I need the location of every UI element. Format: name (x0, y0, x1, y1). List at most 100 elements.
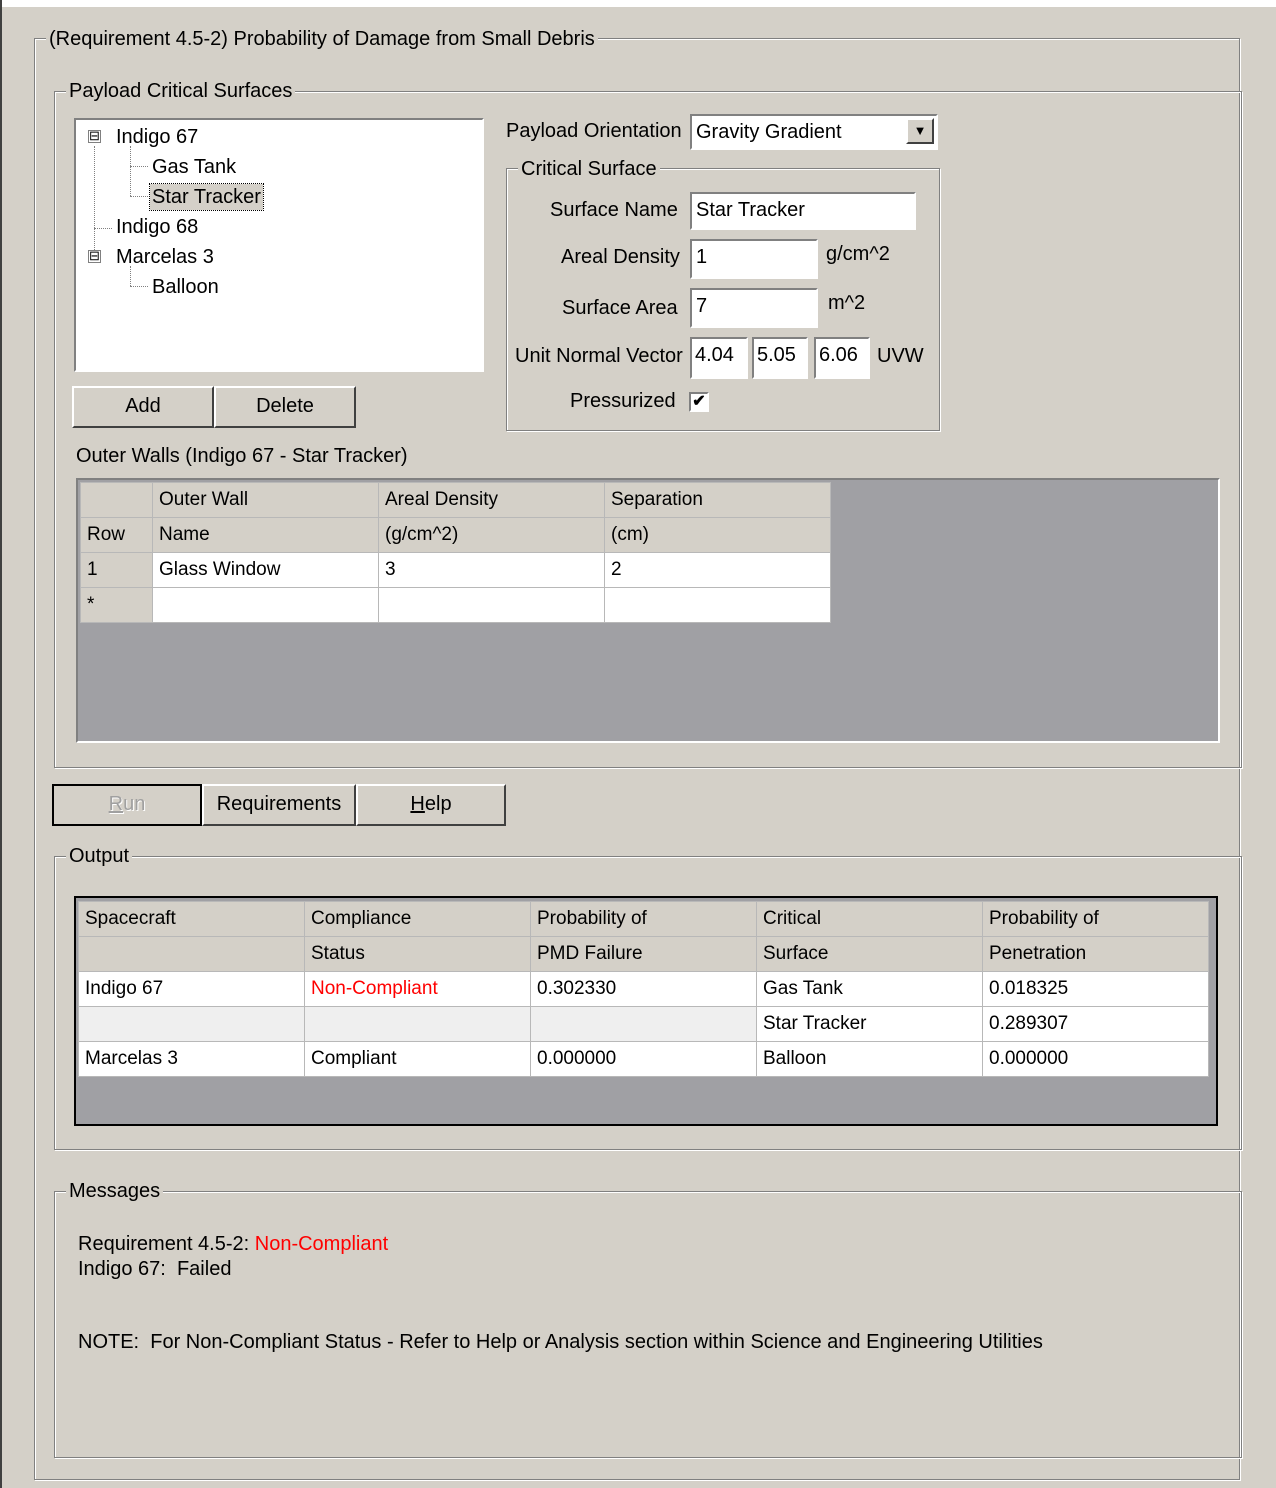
table-header-row: Status PMD Failure Surface Penetration (78, 936, 1209, 972)
tree-item-marcelas-3[interactable]: Marcelas 3 (114, 244, 216, 270)
window-top-edge (0, 0, 1276, 7)
surface-name-label: Surface Name (550, 199, 678, 221)
payload-orientation-value: Gravity Gradient (696, 121, 842, 143)
column-header[interactable]: Areal Density (378, 482, 605, 518)
table-cell[interactable] (304, 1006, 531, 1042)
surface-name-field[interactable]: Star Tracker (690, 192, 916, 230)
column-header[interactable]: Separation (604, 482, 831, 518)
unit-normal-u-field[interactable]: 4.04 (690, 337, 748, 379)
chevron-down-icon[interactable]: ▼ (906, 118, 934, 144)
unit-normal-w-value: 6.06 (819, 344, 858, 366)
requirement-group-title: (Requirement 4.5-2) Probability of Damag… (46, 28, 598, 51)
run-button[interactable]: Run (52, 784, 202, 826)
tree-connector (130, 286, 148, 287)
add-button[interactable]: Add (72, 386, 214, 428)
output-table: Spacecraft Compliance Probability of Cri… (78, 901, 1209, 1077)
row-header[interactable]: 1 (80, 552, 153, 588)
table-cell[interactable]: 0.302330 (530, 971, 757, 1007)
collapse-icon[interactable]: ⊟ (88, 129, 101, 143)
message-requirement-prefix: Requirement 4.5-2: (78, 1233, 255, 1255)
tree-connector (130, 166, 148, 167)
messages-title: Messages (66, 1180, 164, 1203)
table-header-row: Outer Wall Areal Density Separation (80, 482, 831, 518)
tree-connector (94, 228, 112, 229)
table-cell[interactable] (604, 587, 831, 623)
tree-item-balloon[interactable]: Balloon (150, 274, 221, 300)
payload-orientation-select[interactable]: Gravity Gradient ▼ (690, 114, 938, 150)
table-cell[interactable] (530, 1006, 757, 1042)
table-cell[interactable]: Marcelas 3 (78, 1041, 305, 1077)
row-header[interactable]: * (80, 587, 153, 623)
requirements-button[interactable]: Requirements (202, 784, 356, 826)
unit-normal-v-field[interactable]: 5.05 (752, 337, 808, 379)
table-cell[interactable] (378, 587, 605, 623)
delete-button[interactable]: Delete (214, 386, 356, 428)
column-header[interactable]: PMD Failure (530, 936, 757, 972)
table-header-row: Row Name (g/cm^2) (cm) (80, 517, 831, 553)
messages-group (54, 1191, 1242, 1458)
table-cell[interactable] (152, 587, 379, 623)
table-cell[interactable]: 0.289307 (982, 1006, 1209, 1042)
pressurized-label: Pressurized (570, 390, 676, 412)
column-header[interactable]: Surface (756, 936, 983, 972)
unit-normal-u-value: 4.04 (695, 344, 734, 366)
tree-connector (94, 146, 95, 260)
help-button[interactable]: Help (356, 784, 506, 826)
table-cell[interactable]: 0.000000 (530, 1041, 757, 1077)
table-row[interactable]: 1 Glass Window 3 2 (80, 552, 831, 588)
payload-critical-surfaces-title: Payload Critical Surfaces (66, 80, 296, 103)
critical-surface-title: Critical Surface (518, 158, 660, 181)
column-header[interactable]: Probability of (982, 901, 1209, 937)
column-header[interactable]: Compliance (304, 901, 531, 937)
table-cell[interactable]: Indigo 67 (78, 971, 305, 1007)
unit-normal-vector-label: Unit Normal Vector (515, 345, 683, 367)
areal-density-value: 1 (696, 246, 708, 268)
table-cell[interactable]: 3 (378, 552, 605, 588)
message-line-requirement: Requirement 4.5-2: Non-Compliant (78, 1233, 388, 1256)
surface-area-field[interactable]: 7 (690, 288, 818, 328)
table-cell[interactable] (78, 1006, 305, 1042)
tree-item-indigo-68[interactable]: Indigo 68 (114, 214, 200, 240)
table-cell[interactable]: Glass Window (152, 552, 379, 588)
table-cell[interactable]: Balloon (756, 1041, 983, 1077)
column-header[interactable]: Penetration (982, 936, 1209, 972)
column-header[interactable]: (cm) (604, 517, 831, 553)
payload-orientation-label: Payload Orientation (506, 120, 682, 142)
column-header[interactable]: Probability of (530, 901, 757, 937)
outer-walls-title: Outer Walls (Indigo 67 - Star Tracker) (76, 445, 408, 467)
table-cell[interactable]: Star Tracker (756, 1006, 983, 1042)
table-cell[interactable]: 0.000000 (982, 1041, 1209, 1077)
table-row[interactable]: Marcelas 3 Compliant 0.000000 Balloon 0.… (78, 1041, 1209, 1077)
column-header[interactable]: Outer Wall (152, 482, 379, 518)
table-cell[interactable]: 2 (604, 552, 831, 588)
column-header[interactable]: Status (304, 936, 531, 972)
areal-density-field[interactable]: 1 (690, 239, 818, 279)
unit-normal-w-field[interactable]: 6.06 (814, 337, 870, 379)
tree-item-gas-tank[interactable]: Gas Tank (150, 154, 238, 180)
table-row-new[interactable]: * (80, 587, 831, 623)
message-line-failed: Indigo 67: Failed (78, 1258, 232, 1280)
column-header[interactable]: (g/cm^2) (378, 517, 605, 553)
column-header (80, 482, 153, 518)
message-note: NOTE: For Non-Compliant Status - Refer t… (78, 1331, 1043, 1353)
compliance-status-cell[interactable]: Compliant (304, 1041, 531, 1077)
unit-normal-v-value: 5.05 (757, 344, 796, 366)
pressurized-checkbox[interactable]: ✔ (689, 392, 709, 412)
column-header[interactable]: Name (152, 517, 379, 553)
critical-surfaces-tree[interactable]: ⊟ Indigo 67 Gas Tank Star Tracker Indigo… (74, 118, 484, 372)
table-row[interactable]: Star Tracker 0.289307 (78, 1006, 1209, 1042)
outer-walls-table: Outer Wall Areal Density Separation Row … (80, 482, 831, 623)
tree-item-star-tracker[interactable]: Star Tracker (149, 183, 264, 211)
compliance-status-cell[interactable]: Non-Compliant (304, 971, 531, 1007)
table-cell[interactable]: 0.018325 (982, 971, 1209, 1007)
column-header[interactable] (78, 936, 305, 972)
collapse-icon[interactable]: ⊟ (88, 249, 101, 263)
unit-normal-unit: UVW (877, 345, 924, 367)
window-left-edge (0, 0, 2, 1488)
table-header-row: Spacecraft Compliance Probability of Cri… (78, 901, 1209, 937)
tree-item-indigo-67[interactable]: Indigo 67 (114, 124, 200, 150)
column-header[interactable]: Spacecraft (78, 901, 305, 937)
table-row[interactable]: Indigo 67 Non-Compliant 0.302330 Gas Tan… (78, 971, 1209, 1007)
table-cell[interactable]: Gas Tank (756, 971, 983, 1007)
column-header[interactable]: Critical (756, 901, 983, 937)
